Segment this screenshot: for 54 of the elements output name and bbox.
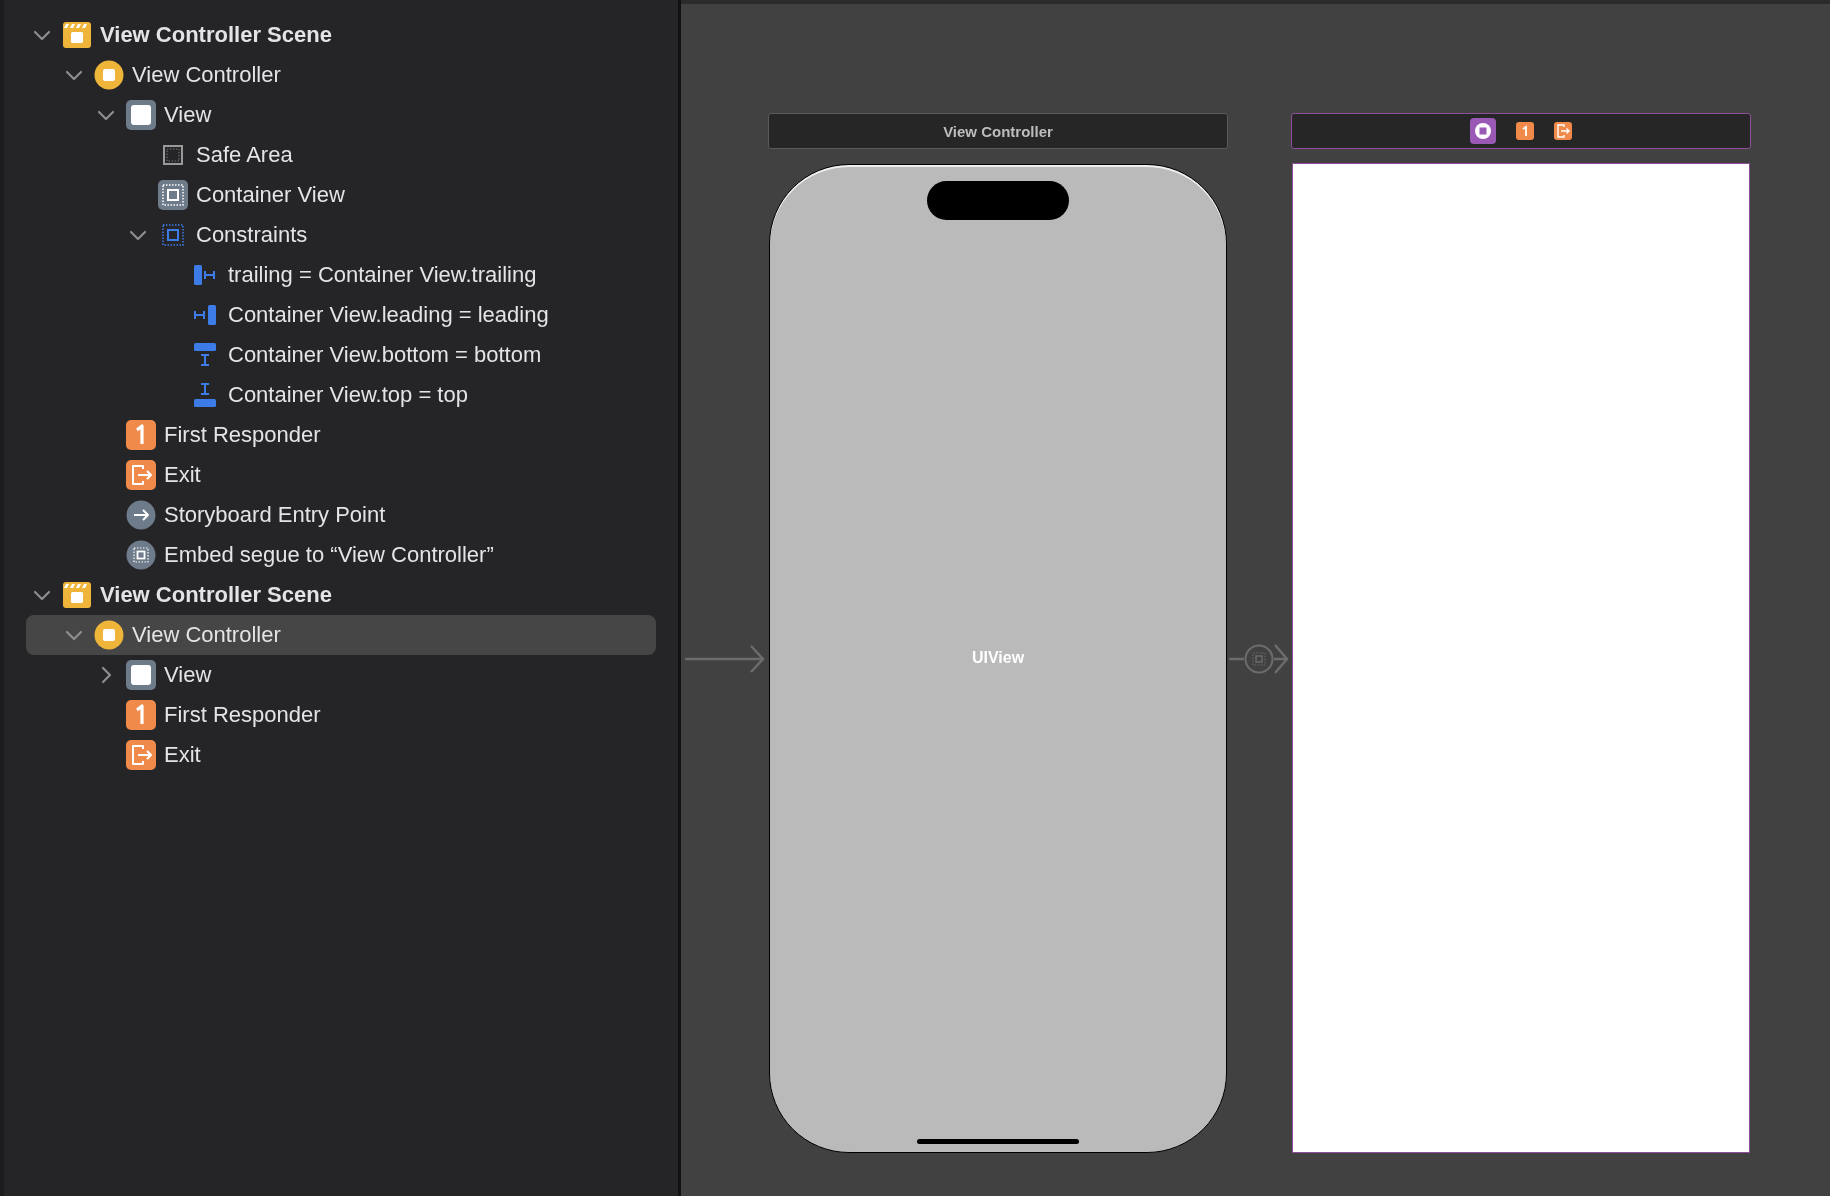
outline-item-label[interactable]: Container View.top = top bbox=[228, 382, 468, 408]
outline-row[interactable]: Container View.leading = leading bbox=[26, 295, 656, 335]
exit-icon bbox=[126, 460, 156, 490]
outline-item-label[interactable]: View Controller bbox=[132, 622, 281, 648]
outline-row[interactable]: View Controller bbox=[26, 55, 656, 95]
outline-item-label[interactable]: Exit bbox=[164, 742, 201, 768]
outline-item-label[interactable]: View Controller Scene bbox=[100, 22, 332, 48]
clapperboard-icon bbox=[62, 20, 92, 50]
outline-row[interactable]: Exit bbox=[26, 735, 656, 775]
outline-item-label[interactable]: Embed segue to “View Controller” bbox=[164, 542, 494, 568]
number-one-icon[interactable] bbox=[1516, 122, 1534, 140]
outline-row[interactable]: View bbox=[26, 655, 656, 695]
outline-item-label[interactable]: trailing = Container View.trailing bbox=[228, 262, 537, 288]
outline-row[interactable]: View Controller Scene bbox=[26, 15, 656, 55]
outline-item-label[interactable]: Exit bbox=[164, 462, 201, 488]
outline-item-label[interactable]: View Controller Scene bbox=[100, 582, 332, 608]
dotted-square-icon bbox=[158, 180, 188, 210]
outline-row[interactable]: Safe Area bbox=[26, 135, 656, 175]
outline-row[interactable]: View Controller Scene bbox=[26, 575, 656, 615]
outline-item-label[interactable]: First Responder bbox=[164, 422, 321, 448]
outline-row[interactable]: Exit bbox=[26, 455, 656, 495]
outline-item-label[interactable]: Safe Area bbox=[196, 142, 293, 168]
number-one-icon bbox=[126, 420, 156, 450]
clapperboard-icon bbox=[62, 580, 92, 610]
outline-row[interactable]: Container View.top = top bbox=[26, 375, 656, 415]
outline-row[interactable]: Constraints bbox=[26, 215, 656, 255]
square-icon bbox=[126, 660, 156, 690]
view-label: UIView bbox=[970, 649, 1026, 667]
arrow-circle-icon bbox=[126, 500, 156, 530]
number-one-icon bbox=[126, 700, 156, 730]
outline-row[interactable]: View bbox=[26, 95, 656, 135]
outline-item-label[interactable]: Container View.bottom = bottom bbox=[228, 342, 542, 368]
outline-item-label[interactable]: Storyboard Entry Point bbox=[164, 502, 386, 528]
outline-item-label[interactable]: View bbox=[164, 102, 212, 128]
outline-row[interactable]: First Responder bbox=[26, 415, 656, 455]
view-controller-icon[interactable] bbox=[1470, 118, 1496, 144]
exit-icon bbox=[126, 740, 156, 770]
square-icon bbox=[126, 100, 156, 130]
outline-row[interactable]: Embed segue to “View Controller” bbox=[26, 535, 656, 575]
outline-row[interactable]: Container View bbox=[26, 175, 656, 215]
scene-dock[interactable] bbox=[1291, 113, 1751, 149]
outline-row[interactable]: First Responder bbox=[26, 695, 656, 735]
exit-icon[interactable] bbox=[1554, 122, 1572, 140]
outline-row[interactable]: Storyboard Entry Point bbox=[26, 495, 656, 535]
outline-row[interactable]: trailing = Container View.trailing bbox=[26, 255, 656, 295]
outline-item-label[interactable]: Container View bbox=[196, 182, 345, 208]
outline-item-label[interactable]: View bbox=[164, 662, 212, 688]
scene-dock[interactable]: View Controller bbox=[768, 113, 1228, 149]
outline-item-label[interactable]: View Controller bbox=[132, 62, 281, 88]
outline-item-label[interactable]: First Responder bbox=[164, 702, 321, 728]
outline-item-label[interactable]: Container View.leading = leading bbox=[228, 302, 549, 328]
outline-row[interactable]: View Controller bbox=[26, 615, 656, 655]
outline-item-label[interactable]: Constraints bbox=[196, 222, 308, 248]
outline-row[interactable]: Container View.bottom = bottom bbox=[26, 335, 656, 375]
